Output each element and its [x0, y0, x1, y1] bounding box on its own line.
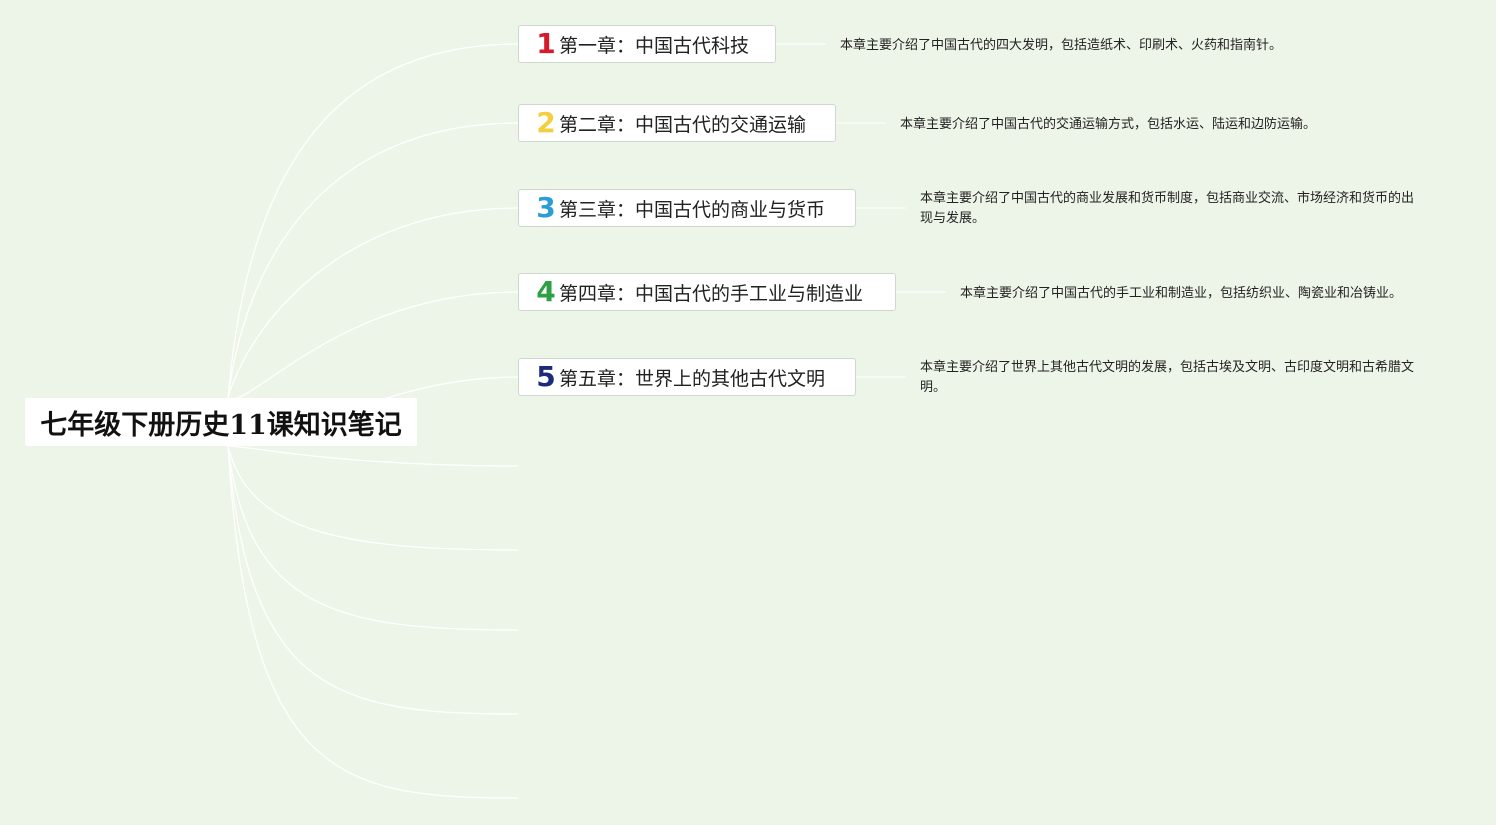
chapter-topic-2[interactable]: 2 第二章：中国古代的交通运输	[518, 104, 836, 142]
chapter-title-4: 第四章：中国古代的手工业与制造业	[559, 282, 864, 305]
empty-branch-line-3	[227, 445, 519, 631]
chapter-number-1: 1	[536, 27, 556, 60]
empty-branch-line-1	[227, 445, 519, 467]
empty-branch-line-5	[227, 445, 519, 799]
chapter-number-5: 5	[536, 360, 556, 393]
chapter-topic-3[interactable]: 3 第三章：中国古代的商业与货币	[518, 189, 856, 227]
chapter-description-5[interactable]: 本章主要介绍了世界上其他古代文明的发展，包括古埃及文明、古印度文明和古希腊文明。	[920, 358, 1420, 398]
chapter-description-2[interactable]: 本章主要介绍了中国古代的交通运输方式，包括水运、陆运和边防运输。	[900, 115, 1400, 135]
root-topic[interactable]: 七年级下册历史11课知识笔记	[25, 398, 417, 446]
chapter-description-4[interactable]: 本章主要介绍了中国古代的手工业和制造业，包括纺织业、陶瓷业和冶铸业。	[960, 284, 1460, 304]
root-topic-label: 七年级下册历史11课知识笔记	[40, 409, 402, 441]
branch-line-3	[227, 207, 519, 399]
chapter-title-5: 第五章：世界上的其他古代文明	[559, 367, 826, 390]
chapter-number-4: 4	[536, 275, 556, 308]
branch-line-1	[227, 43, 519, 399]
mind-map: 七年级下册历史11课知识笔记 1 第一章：中国古代科技 本章主要介绍了中国古代的…	[0, 0, 1496, 825]
chapter-number-2: 2	[536, 106, 556, 139]
branch-line-4	[227, 291, 519, 400]
chapter-topic-5[interactable]: 5 第五章：世界上的其他古代文明	[518, 358, 856, 396]
chapter-description-1[interactable]: 本章主要介绍了中国古代的四大发明，包括造纸术、印刷术、火药和指南针。	[840, 36, 1340, 56]
branch-line-2	[227, 122, 519, 399]
chapter-number-3: 3	[536, 191, 556, 224]
chapter-description-3[interactable]: 本章主要介绍了中国古代的商业发展和货币制度，包括商业交流、市场经济和货币的出现与…	[920, 189, 1420, 229]
empty-branch-line-4	[227, 445, 519, 715]
chapter-title-3: 第三章：中国古代的商业与货币	[559, 198, 826, 221]
chapter-title-1: 第一章：中国古代科技	[559, 34, 750, 57]
chapter-topic-4[interactable]: 4 第四章：中国古代的手工业与制造业	[518, 273, 896, 311]
chapter-title-2: 第二章：中国古代的交通运输	[559, 113, 807, 136]
chapter-topic-1[interactable]: 1 第一章：中国古代科技	[518, 25, 776, 63]
